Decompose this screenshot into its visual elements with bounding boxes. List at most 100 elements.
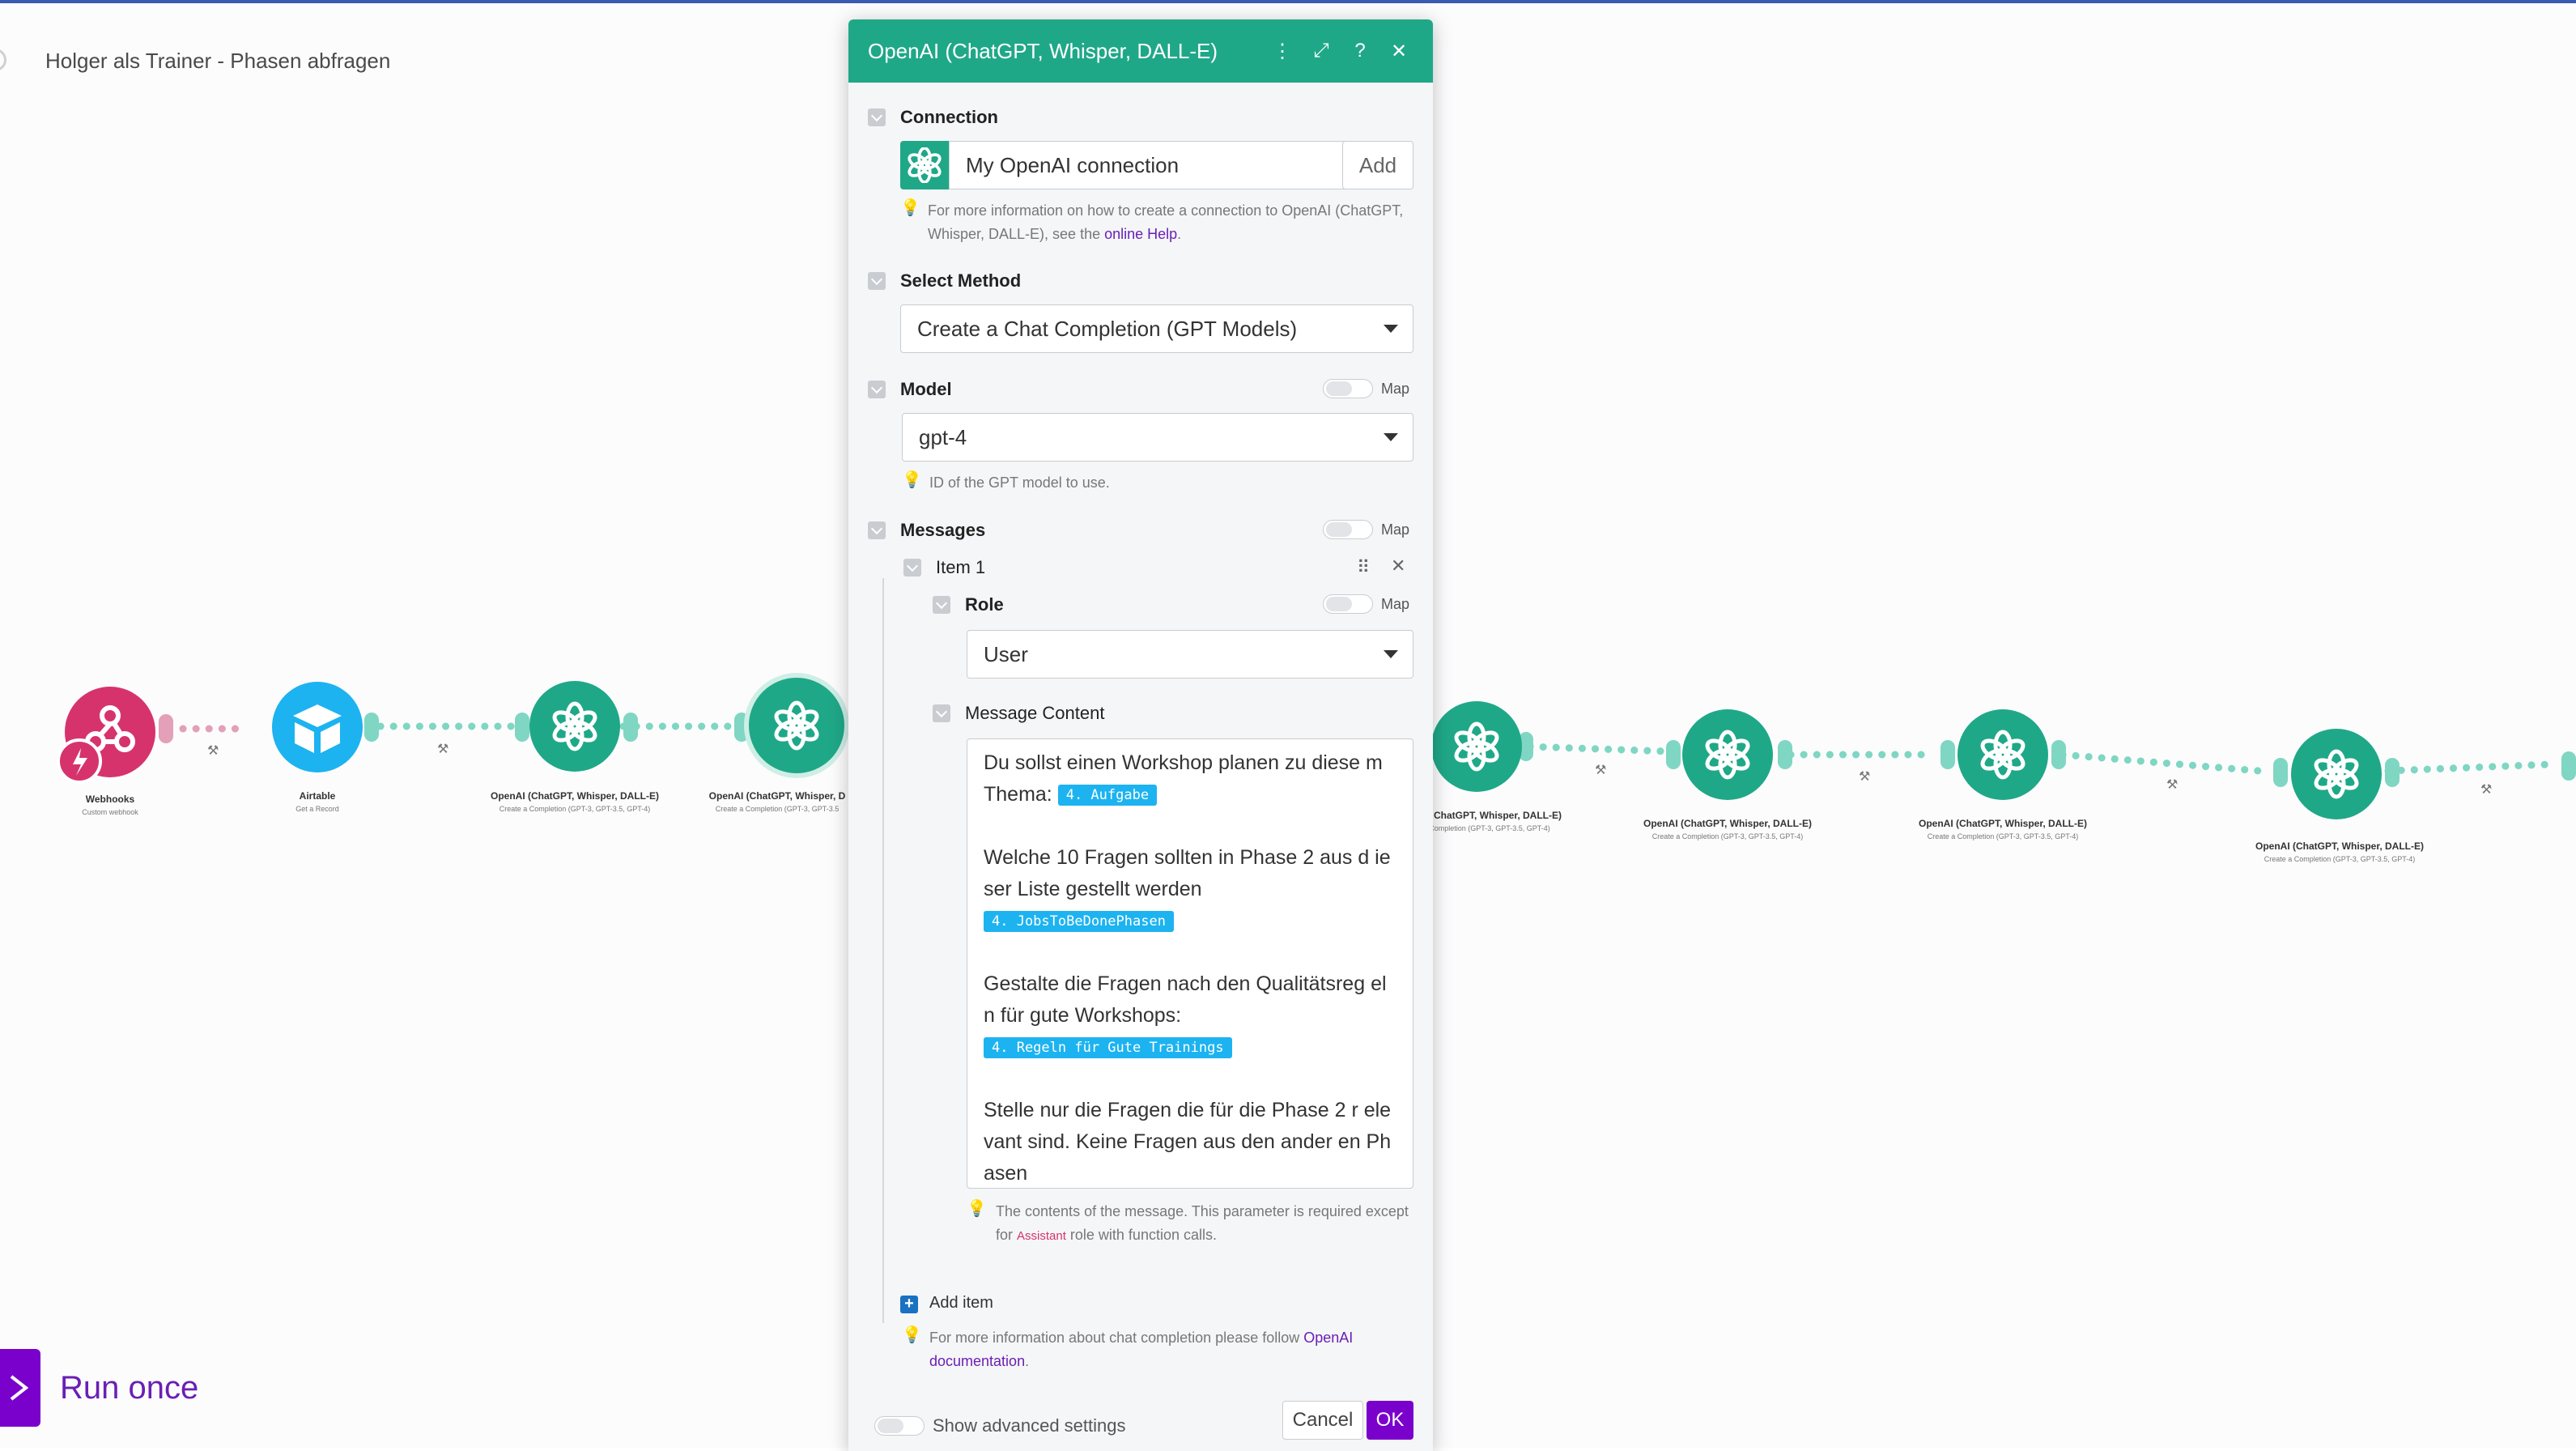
collapse-checkbox[interactable]	[868, 109, 886, 126]
model-map-toggle[interactable]: Map	[1323, 379, 1409, 398]
advanced-settings-toggle[interactable]: Show advanced settings	[874, 1415, 1126, 1436]
mapped-variable-pill[interactable]: 4. Regeln für Gute Trainings	[984, 1037, 1232, 1059]
node-label: OpenAI (ChatGPT, Whisper, DALL-E)	[1643, 818, 1813, 829]
node-sublabel: Create a Completion (GPT-3, GPT-3.5, GPT…	[2264, 855, 2416, 863]
toggle-switch[interactable]	[874, 1416, 925, 1436]
expand-icon[interactable]: ⤢	[1307, 40, 1336, 62]
svg-text:⚒: ⚒	[1595, 762, 1606, 777]
model-hint: ID of the GPT model to use.	[929, 474, 1110, 491]
messages-section[interactable]: Messages	[868, 520, 985, 541]
cancel-button[interactable]: Cancel	[1282, 1401, 1363, 1440]
run-once-label[interactable]: Run once	[60, 1370, 198, 1406]
message-paragraph: Welche 10 Fragen sollten in Phase 2 aus …	[984, 842, 1396, 937]
chevron-down-icon	[1384, 433, 1398, 441]
svg-text:⚒: ⚒	[2166, 777, 2178, 792]
model-section[interactable]: Model	[868, 379, 952, 400]
chat-completion-hint: For more information about chat completi…	[929, 1330, 1354, 1369]
connection-value: My OpenAI connection	[966, 152, 1180, 177]
mapped-variable-pill[interactable]: 4. JobsToBeDonePhasen	[984, 911, 1174, 933]
remove-item-icon[interactable]: ✕	[1391, 555, 1405, 577]
message-paragraph: Stelle nur die Fragen die für die Phase …	[984, 1099, 1392, 1185]
close-icon[interactable]: ✕	[1384, 40, 1413, 63]
openai-doc-link[interactable]: OpenAI	[1303, 1330, 1353, 1346]
node-sublabel: Custom webhook	[82, 808, 138, 816]
node-label: OpenAI (ChatGPT, Whisper, D	[708, 790, 846, 802]
toggle-switch[interactable]	[1323, 594, 1373, 614]
chevron-down-icon	[1384, 325, 1398, 333]
node-webhooks[interactable]	[57, 687, 155, 784]
openai-logo-icon	[900, 141, 949, 189]
model-select[interactable]: gpt-4	[902, 413, 1413, 462]
chevron-down-icon	[1384, 650, 1398, 658]
node-openai-15[interactable]	[529, 681, 620, 772]
node-openai-16[interactable]	[744, 673, 849, 778]
more-options-icon[interactable]: ⋮	[1268, 40, 1297, 63]
method-heading: Select Method	[900, 270, 1022, 291]
online-help-link[interactable]: online Help	[1104, 226, 1177, 242]
node-label: Webhooks	[85, 794, 135, 805]
collapse-checkbox[interactable]	[933, 704, 950, 722]
help-icon[interactable]: ?	[1345, 40, 1375, 62]
collapse-checkbox[interactable]	[933, 596, 950, 614]
dialog-title: OpenAI (ChatGPT, Whisper, DALL-E)	[868, 38, 1218, 63]
node-label: OpenAI (ChatGPT, Whisper, DALL-E)	[490, 790, 660, 802]
run-once-button[interactable]	[0, 1349, 40, 1427]
messages-heading: Messages	[900, 520, 986, 540]
svg-text:⚒: ⚒	[1859, 768, 1870, 784]
node-sublabel: Create a Completion (GPT-3, GPT-3.5, GPT…	[499, 805, 651, 813]
role-map-toggle[interactable]: Map	[1323, 594, 1409, 614]
toggle-switch[interactable]	[1323, 520, 1373, 539]
message-content-section[interactable]: Message Content	[933, 703, 1104, 724]
plus-icon[interactable]: +	[900, 1296, 918, 1313]
message-content-textarea[interactable]: Du sollst einen Workshop planen zu diese…	[967, 738, 1413, 1189]
svg-text:⚒: ⚒	[437, 741, 448, 756]
module-settings-dialog: OpenAI (ChatGPT, Whisper, DALL-E) ⋮ ⤢ ? …	[848, 19, 1433, 1451]
node-label: OpenAI (ChatGPT, Whisper, DALL-E)	[2255, 840, 2425, 852]
node-openai-19[interactable]	[1958, 709, 2048, 800]
connection-hint: For more information on how to create a …	[928, 202, 1404, 242]
node-openai-17[interactable]	[1431, 701, 1522, 792]
item-label: Item 1	[936, 557, 986, 577]
openai-doc-link[interactable]: documentation	[929, 1353, 1025, 1369]
method-section[interactable]: Select Method	[868, 270, 1021, 291]
model-heading: Model	[900, 379, 952, 399]
lightbulb-icon: 💡	[900, 199, 920, 217]
svg-text:⚒: ⚒	[2480, 781, 2492, 797]
role-select[interactable]: User	[967, 630, 1413, 679]
messages-map-toggle[interactable]: Map	[1323, 520, 1409, 539]
add-item-button[interactable]: Add item	[929, 1294, 993, 1313]
message-paragraph: Du sollst einen Workshop planen zu diese…	[984, 751, 1383, 806]
collapse-checkbox[interactable]	[868, 381, 886, 398]
connection-section[interactable]: Connection	[868, 107, 998, 128]
node-openai-18[interactable]	[1682, 709, 1773, 800]
node-label: OpenAI (ChatGPT, Whisper, DALL-E)	[1918, 818, 2088, 829]
node-airtable[interactable]	[272, 682, 363, 772]
add-connection-button[interactable]: Add	[1342, 141, 1413, 189]
method-select[interactable]: Create a Chat Completion (GPT Models)	[900, 304, 1413, 353]
message-content-hint: The contents of the message. This parame…	[996, 1203, 1409, 1243]
message-content-heading: Message Content	[965, 703, 1105, 723]
collapse-checkbox[interactable]	[868, 272, 886, 290]
node-label: Airtable	[299, 790, 336, 802]
node-sublabel: Create a Completion (GPT-3, GPT-3.5	[715, 805, 840, 813]
connection-select[interactable]: My OpenAI connection	[949, 141, 1379, 189]
ok-button[interactable]: OK	[1367, 1401, 1413, 1440]
drag-handle-icon[interactable]: ⠿	[1357, 557, 1370, 578]
lightbulb-icon: 💡	[902, 471, 922, 489]
assistant-role-tag: Assistant	[1017, 1229, 1066, 1243]
node-label: ChatGPT, Whisper, DALL-E)	[1433, 810, 1562, 821]
node-sublabel: Create a Completion (GPT-3, GPT-3.5, GPT…	[1651, 832, 1804, 840]
item-tree-line	[882, 578, 884, 1323]
toggle-switch[interactable]	[1323, 379, 1373, 398]
collapse-checkbox[interactable]	[903, 559, 921, 577]
collapse-checkbox[interactable]	[868, 521, 886, 539]
node-sublabel: Get a Record	[295, 805, 339, 813]
connection-heading: Connection	[900, 107, 998, 127]
dialog-header: OpenAI (ChatGPT, Whisper, DALL-E) ⋮ ⤢ ? …	[848, 19, 1433, 83]
mapped-variable-pill[interactable]: 4. Aufgabe	[1057, 785, 1158, 806]
lightbulb-icon: 💡	[967, 1200, 987, 1218]
role-section[interactable]: Role	[933, 594, 1004, 615]
item-1-header[interactable]: Item 1	[903, 557, 985, 578]
node-openai-20[interactable]	[2291, 729, 2382, 819]
node-sublabel: Completion (GPT-3, GPT-3.5, GPT-4)	[1429, 824, 1550, 832]
